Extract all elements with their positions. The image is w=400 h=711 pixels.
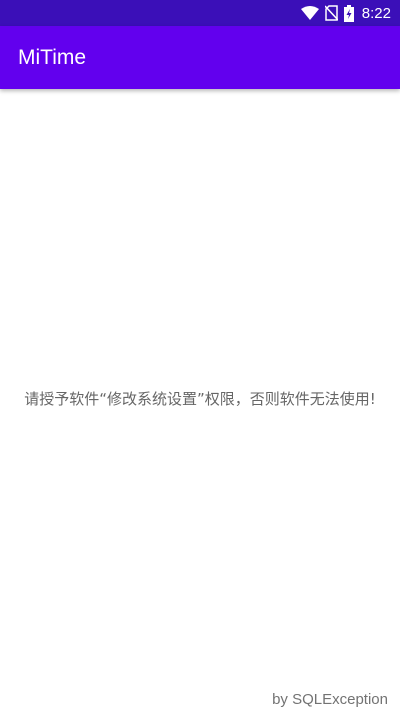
wifi-icon [300,6,319,20]
status-icons: 8:22 [300,0,391,26]
permission-message: 请授予软件“修改系统设置”权限，否则软件无法使用! [24,390,376,408]
app-title: MiTime [18,46,87,69]
battery-charging-icon [343,4,354,22]
footer-credit: by SQLException [272,691,388,708]
status-time: 8:22 [361,4,391,22]
status-bar: 8:22 [0,0,400,26]
no-sim-icon [324,5,338,21]
app-bar: MiTime [0,26,400,89]
